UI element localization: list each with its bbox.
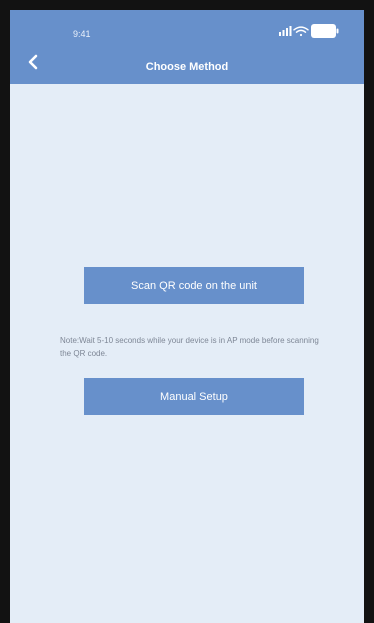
ap-mode-note: Note:Wait 5-10 seconds while your device… — [60, 336, 319, 358]
manual-setup-button[interactable]: Manual Setup — [84, 378, 304, 415]
scan-qr-button[interactable]: Scan QR code on the unit — [84, 267, 304, 304]
app-header: 9:41 Choose Method — [10, 10, 364, 84]
battery-icon — [311, 24, 339, 38]
main-content: Scan QR code on the unit Note:Wait 5-10 … — [10, 84, 364, 623]
status-time: 9:41 — [73, 29, 91, 39]
wifi-icon — [293, 26, 309, 37]
signal-icon — [279, 26, 292, 36]
page-title: Choose Method — [145, 61, 229, 73]
status-icons — [279, 24, 339, 38]
phone-frame: 9:41 Choose Method Scan QR code on the u… — [0, 0, 374, 623]
